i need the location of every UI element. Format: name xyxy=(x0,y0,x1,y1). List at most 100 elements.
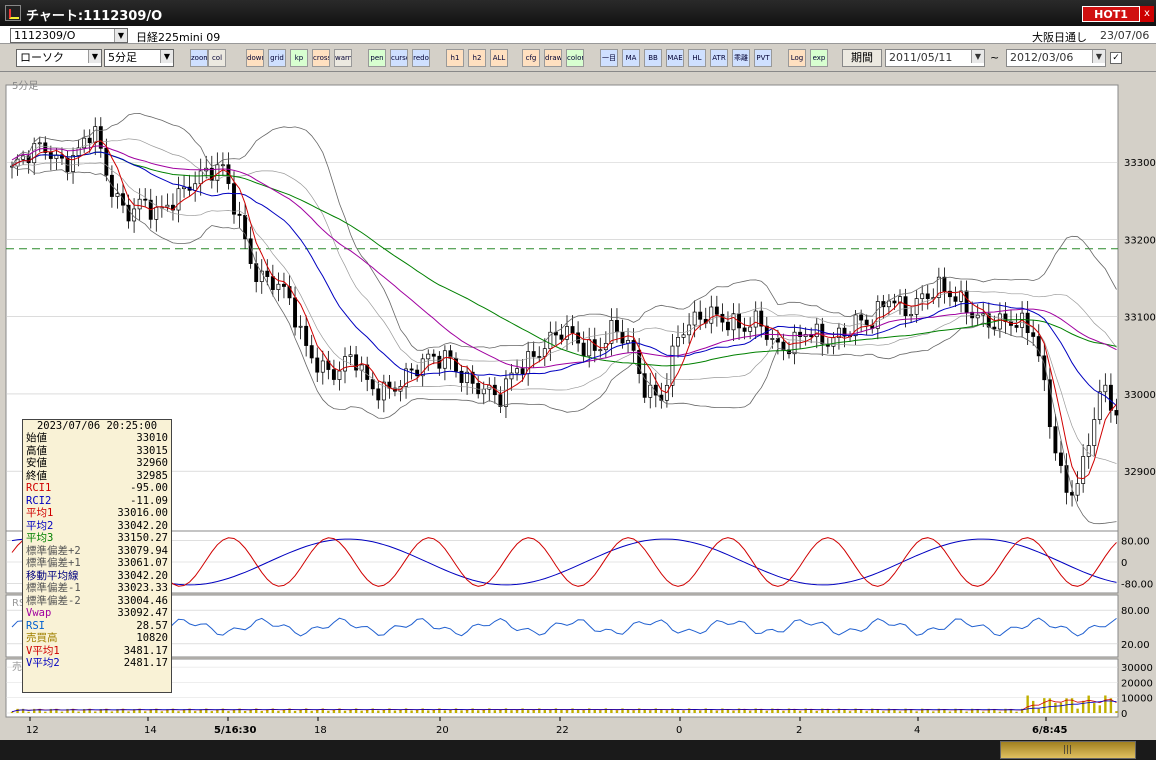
volume-bar xyxy=(782,710,785,713)
period-button[interactable]: 期間 xyxy=(842,49,882,67)
rci-tick-label: 80.00 xyxy=(1121,536,1150,547)
data-row-label: 安値 xyxy=(26,457,47,469)
toolbar-button-4[interactable]: kp xyxy=(290,49,308,67)
calendar-icon[interactable]: ▼ xyxy=(971,50,984,63)
from-date-field[interactable]: 2011/05/11 ▼ xyxy=(885,49,985,67)
volume-bar xyxy=(582,710,585,713)
title-bar: チャート:1112309/O HOT1 x xyxy=(0,0,1156,26)
toolbar-button-24[interactable]: Log xyxy=(788,49,806,67)
toolbar-button-18[interactable]: BB xyxy=(644,49,662,67)
volume-bar xyxy=(599,710,602,713)
volume-bar xyxy=(915,711,918,713)
toolbar-button-7[interactable]: pen xyxy=(368,49,386,67)
toolbar-button-15[interactable]: color xyxy=(566,49,584,67)
candle-body xyxy=(193,183,198,191)
data-row-value: 32985 xyxy=(136,469,168,482)
volume-bar xyxy=(998,711,1002,713)
candle-body xyxy=(753,310,758,328)
toolbar-button-12[interactable]: ALL xyxy=(490,49,508,67)
instrument-name: 日経225mini 09 xyxy=(136,31,221,44)
chevron-down-icon[interactable]: ▼ xyxy=(88,50,101,63)
candle-body xyxy=(692,311,697,326)
to-date-field[interactable]: 2012/03/06 ▼ xyxy=(1006,49,1106,67)
toolbar-button-17[interactable]: MA xyxy=(622,49,640,67)
x-tick-label: 20 xyxy=(436,725,449,736)
candle-body xyxy=(997,313,1002,330)
candle-body xyxy=(298,325,303,328)
toolbar-button-5[interactable]: cross xyxy=(312,49,330,67)
toolbar-button-8[interactable]: cursor xyxy=(390,49,408,67)
volume-bar xyxy=(1043,698,1046,713)
calendar-icon[interactable]: ▼ xyxy=(1092,50,1105,63)
volume-bar xyxy=(427,710,430,713)
data-row: 平均1 33016.00 xyxy=(23,507,171,520)
candle-body xyxy=(1058,452,1063,466)
toolbar-button-22[interactable]: 乖離 xyxy=(732,49,750,67)
candle-body xyxy=(315,357,320,373)
price-chart[interactable]: 33300 33200 33100 33000 32900 5分足 80.00 0 -80.00… xyxy=(0,73,1156,740)
data-row: Vwap 33092.47 xyxy=(23,607,171,620)
x-tick-label: 2 xyxy=(796,725,802,736)
data-row: 標準偏差+2 33079.94 xyxy=(23,545,171,558)
hot1-button[interactable]: HOT1 xyxy=(1082,6,1140,22)
volume-bar xyxy=(1104,695,1107,713)
candle-body xyxy=(626,340,631,344)
toolbar-button-6[interactable]: warn xyxy=(334,49,352,67)
chevron-down-icon[interactable]: ▼ xyxy=(114,29,127,42)
toolbar-button-19[interactable]: MAE xyxy=(666,49,684,67)
candle-body xyxy=(331,369,336,380)
volume-bar xyxy=(721,708,724,713)
volume-bar xyxy=(94,711,97,713)
interval-label: 5分足 xyxy=(12,80,38,92)
candle-body xyxy=(1086,445,1091,457)
interval-select[interactable]: 5分足 ▼ xyxy=(104,49,174,67)
toolbar-button-14[interactable]: draw xyxy=(544,49,562,67)
toolbar-button-11[interactable]: h2 xyxy=(468,49,486,67)
toolbar-button-20[interactable]: HL xyxy=(688,49,706,67)
volume-bar xyxy=(593,709,596,713)
toolbar-button-25[interactable]: exp xyxy=(810,49,828,67)
volume-bar xyxy=(482,709,485,713)
volume-bar xyxy=(610,709,613,713)
volume-bar xyxy=(565,710,569,713)
period-checkbox[interactable]: ✓ xyxy=(1110,52,1122,64)
chart-type-select[interactable]: ローソク ▼ xyxy=(16,49,102,67)
data-row-label: 平均3 xyxy=(26,532,54,544)
volume-bar xyxy=(443,710,447,713)
candle-body xyxy=(942,276,947,292)
header-date: 23/07/06 xyxy=(1100,29,1150,42)
candle-body xyxy=(343,356,347,372)
toolbar-button-3[interactable]: grid xyxy=(268,49,286,67)
toolbar-button-9[interactable]: redo xyxy=(412,49,430,67)
chevron-down-icon[interactable]: ▼ xyxy=(160,50,173,63)
toolbar-button-16[interactable]: 一目 xyxy=(600,49,618,67)
data-row-value: 33015 xyxy=(136,444,168,457)
volume-bar xyxy=(460,710,463,713)
data-row: 移動平均線 33042.20 xyxy=(23,570,171,583)
toolbar-button-10[interactable]: h1 xyxy=(446,49,464,67)
candle-body xyxy=(698,311,703,320)
volume-bar xyxy=(732,710,735,713)
scrollbar-thumb[interactable]: ||| xyxy=(1000,741,1136,759)
data-row-value: 33023.33 xyxy=(117,582,168,594)
date-range-separator: ~ xyxy=(990,51,1000,64)
time-scrollbar[interactable] xyxy=(0,740,1156,760)
candle-body xyxy=(504,378,508,407)
candle-body xyxy=(748,326,753,332)
data-row-label: RCI2 xyxy=(26,494,52,507)
candle-body xyxy=(143,198,148,201)
toolbar-button-1[interactable]: col xyxy=(208,49,226,67)
toolbar-button-13[interactable]: cfg xyxy=(522,49,540,67)
toolbar-button-2[interactable]: down xyxy=(246,49,264,67)
data-row-label: 平均1 xyxy=(26,507,54,519)
toolbar-button-0[interactable]: zoom xyxy=(190,49,208,67)
price-tick-label: 33100 xyxy=(1124,313,1156,324)
volume-panel-label: 売 xyxy=(12,660,22,673)
close-icon[interactable]: x xyxy=(1140,6,1154,22)
candle-body xyxy=(137,198,142,210)
toolbar-button-21[interactable]: ATR xyxy=(710,49,728,67)
toolbar-button-23[interactable]: PVT xyxy=(754,49,772,67)
data-row: 始値 33010 xyxy=(23,432,171,445)
data-row-label: RSI xyxy=(26,619,45,632)
code-select[interactable]: 1112309/O ▼ xyxy=(10,28,128,43)
